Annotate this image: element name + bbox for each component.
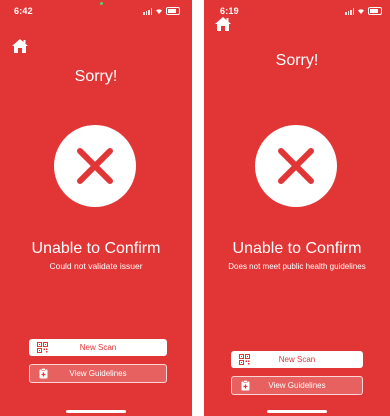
status-icons <box>345 7 382 15</box>
result-subtitle: Could not validate issuer <box>49 261 143 271</box>
clipboard-plus-icon <box>39 368 48 379</box>
battery-icon <box>166 7 180 15</box>
sorry-heading: Sorry! <box>74 68 118 85</box>
result-screen-1: 6:42 Sorry! Unable to Confirm Could not … <box>0 0 192 416</box>
sorry-heading: Sorry! <box>275 52 319 69</box>
error-x-icon <box>77 148 113 184</box>
status-time: 6:19 <box>220 6 239 16</box>
error-x-icon <box>278 148 314 184</box>
battery-icon <box>368 7 382 15</box>
view-guidelines-button[interactable]: View Guidelines <box>29 364 167 383</box>
wifi-icon <box>156 9 162 14</box>
result-subtitle: Does not meet public health guidelines <box>228 262 366 271</box>
new-scan-label: New Scan <box>79 343 117 352</box>
result-title: Unable to Confirm <box>232 240 362 257</box>
home-icon[interactable] <box>214 16 232 32</box>
status-icons <box>143 7 180 15</box>
status-time: 6:42 <box>14 6 33 16</box>
view-guidelines-label: View Guidelines <box>69 369 127 378</box>
home-icon[interactable] <box>11 38 29 54</box>
error-badge <box>255 125 337 207</box>
qr-code-icon <box>239 354 250 365</box>
new-scan-button[interactable]: New Scan <box>231 351 363 368</box>
qr-code-icon <box>37 342 48 353</box>
privacy-indicator <box>100 2 103 5</box>
clipboard-plus-icon <box>241 380 250 391</box>
cellular-signal-icon <box>345 7 354 15</box>
wifi-icon <box>358 9 364 14</box>
result-title: Unable to Confirm <box>31 240 161 257</box>
error-badge <box>54 125 136 207</box>
view-guidelines-button[interactable]: View Guidelines <box>231 376 363 395</box>
cellular-signal-icon <box>143 7 152 15</box>
home-indicator[interactable] <box>66 410 126 413</box>
new-scan-button[interactable]: New Scan <box>29 339 167 356</box>
new-scan-label: New Scan <box>278 355 316 364</box>
result-screen-2: 6:19 Sorry! Unable to Confirm Does not m… <box>204 0 390 416</box>
view-guidelines-label: View Guidelines <box>268 381 326 390</box>
home-indicator[interactable] <box>267 410 327 413</box>
